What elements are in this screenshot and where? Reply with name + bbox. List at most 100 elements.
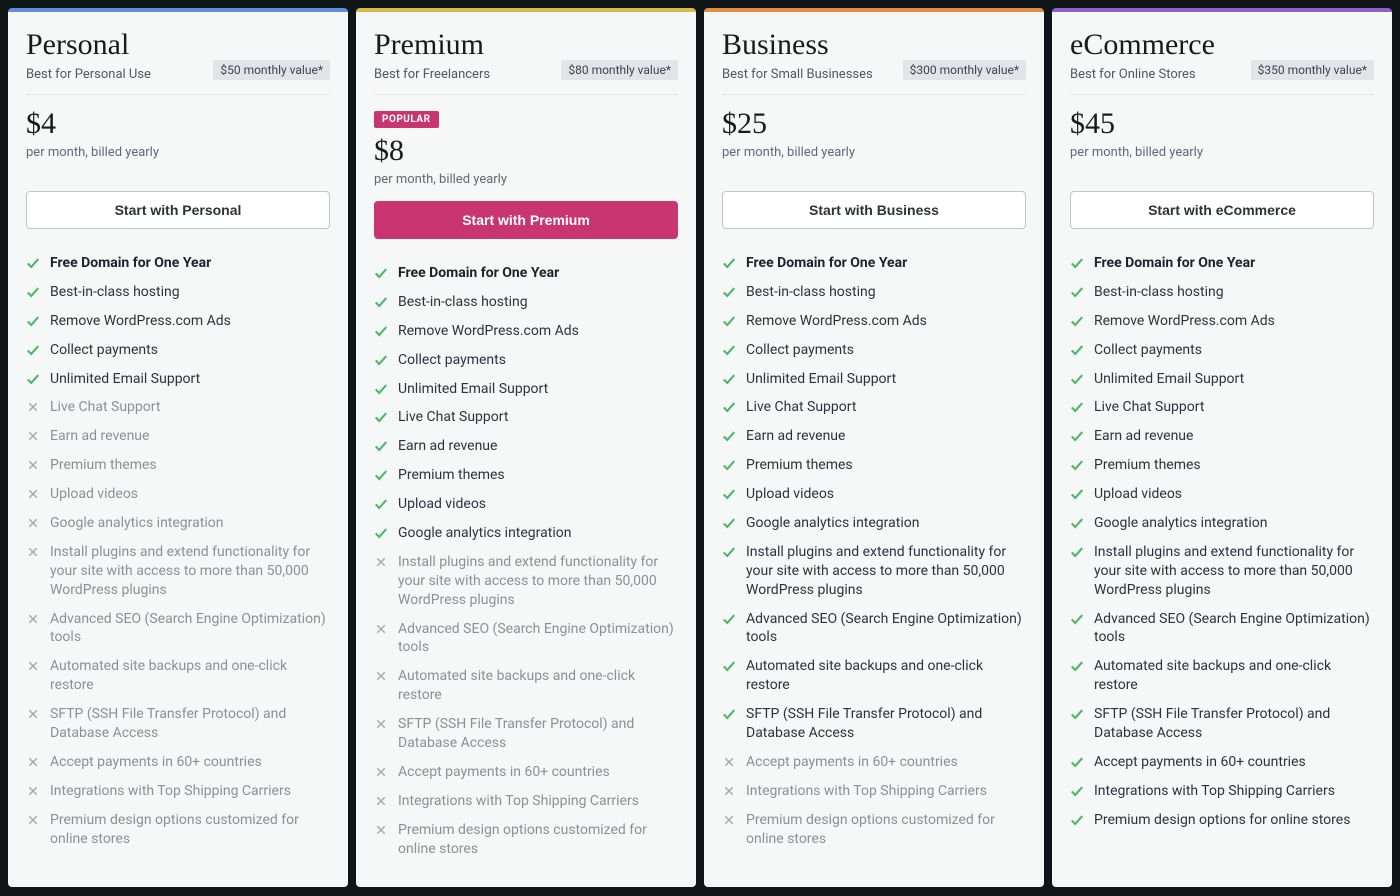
- feature-item: Best-in-class hosting: [26, 278, 330, 307]
- check-icon: [722, 372, 736, 386]
- feature-item: Earn ad revenue: [1070, 422, 1374, 451]
- feature-label: Automated site backups and one-click res…: [50, 657, 330, 695]
- feature-label: Integrations with Top Shipping Carriers: [1094, 782, 1335, 801]
- check-icon: [1070, 285, 1084, 299]
- feature-label: Upload videos: [50, 485, 138, 504]
- cta-button-ecommerce[interactable]: Start with eCommerce: [1070, 191, 1374, 229]
- feature-label: Upload videos: [1094, 485, 1182, 504]
- check-icon: [722, 400, 736, 414]
- feature-item: Accept payments in 60+ countries: [374, 758, 678, 787]
- feature-item: Collect payments: [26, 336, 330, 365]
- price-row: $25per month, billed yearly: [722, 107, 1026, 177]
- x-icon: [26, 516, 40, 530]
- feature-label: Accept payments in 60+ countries: [50, 753, 262, 772]
- check-icon: [1070, 314, 1084, 328]
- cta-button-premium[interactable]: Start with Premium: [374, 201, 678, 239]
- feature-item: Live Chat Support: [722, 393, 1026, 422]
- check-icon: [1070, 545, 1084, 559]
- feature-item: Unlimited Email Support: [722, 365, 1026, 394]
- feature-item: Automated site backups and one-click res…: [1070, 652, 1374, 700]
- feature-item: Automated site backups and one-click res…: [722, 652, 1026, 700]
- feature-label: Premium themes: [1094, 456, 1201, 475]
- feature-item: Free Domain for One Year: [26, 249, 330, 278]
- feature-label: Earn ad revenue: [1094, 427, 1193, 446]
- check-icon: [374, 410, 388, 424]
- plan-title: Business: [722, 28, 873, 61]
- feature-label: Google analytics integration: [746, 514, 919, 533]
- check-icon: [722, 256, 736, 270]
- feature-list: Free Domain for One YearBest-in-class ho…: [722, 249, 1026, 853]
- price-row: $45per month, billed yearly: [1070, 107, 1374, 177]
- feature-item: Free Domain for One Year: [722, 249, 1026, 278]
- feature-item: Best-in-class hosting: [722, 278, 1026, 307]
- feature-item: Install plugins and extend functionality…: [26, 538, 330, 605]
- x-icon: [374, 794, 388, 808]
- feature-label: Premium themes: [746, 456, 853, 475]
- feature-label: SFTP (SSH File Transfer Protocol) and Da…: [1094, 705, 1374, 743]
- check-icon: [1070, 707, 1084, 721]
- plan-title: Personal: [26, 28, 151, 61]
- x-icon: [374, 669, 388, 683]
- check-icon: [26, 256, 40, 270]
- feature-item: Automated site backups and one-click res…: [26, 652, 330, 700]
- check-icon: [1070, 256, 1084, 270]
- feature-item: Accept payments in 60+ countries: [1070, 748, 1374, 777]
- feature-item: Google analytics integration: [722, 509, 1026, 538]
- plan-card-business: BusinessBest for Small Businesses$300 mo…: [704, 8, 1044, 887]
- check-icon: [1070, 784, 1084, 798]
- feature-label: Automated site backups and one-click res…: [1094, 657, 1374, 695]
- feature-label: Premium design options customized for on…: [50, 811, 330, 849]
- x-icon: [722, 784, 736, 798]
- feature-label: Upload videos: [398, 495, 486, 514]
- feature-item: Earn ad revenue: [374, 432, 678, 461]
- feature-item: Earn ad revenue: [722, 422, 1026, 451]
- x-icon: [26, 659, 40, 673]
- x-icon: [374, 717, 388, 731]
- feature-label: Install plugins and extend functionality…: [50, 543, 330, 600]
- feature-label: SFTP (SSH File Transfer Protocol) and Da…: [50, 705, 330, 743]
- check-icon: [1070, 659, 1084, 673]
- x-icon: [722, 755, 736, 769]
- check-icon: [722, 516, 736, 530]
- feature-item: Advanced SEO (Search Engine Optimization…: [722, 605, 1026, 653]
- feature-item: Automated site backups and one-click res…: [374, 662, 678, 710]
- feature-item: Live Chat Support: [26, 393, 330, 422]
- value-badge: $300 monthly value*: [903, 60, 1026, 80]
- feature-label: Unlimited Email Support: [1094, 370, 1244, 389]
- feature-item: Accept payments in 60+ countries: [26, 748, 330, 777]
- feature-item: Remove WordPress.com Ads: [722, 307, 1026, 336]
- x-icon: [374, 622, 388, 636]
- check-icon: [1070, 516, 1084, 530]
- check-icon: [1070, 343, 1084, 357]
- x-icon: [374, 823, 388, 837]
- feature-label: Install plugins and extend functionality…: [398, 553, 678, 610]
- feature-label: Accept payments in 60+ countries: [1094, 753, 1306, 772]
- check-icon: [722, 707, 736, 721]
- feature-item: Premium themes: [374, 461, 678, 490]
- feature-item: Advanced SEO (Search Engine Optimization…: [26, 605, 330, 653]
- feature-label: Live Chat Support: [398, 408, 508, 427]
- x-icon: [26, 784, 40, 798]
- feature-item: Collect payments: [722, 336, 1026, 365]
- feature-item: Advanced SEO (Search Engine Optimization…: [1070, 605, 1374, 653]
- feature-item: Install plugins and extend functionality…: [374, 548, 678, 615]
- feature-label: Premium design options customized for on…: [746, 811, 1026, 849]
- feature-label: Upload videos: [746, 485, 834, 504]
- feature-item: Premium themes: [722, 451, 1026, 480]
- feature-label: Advanced SEO (Search Engine Optimization…: [1094, 610, 1374, 648]
- cta-button-business[interactable]: Start with Business: [722, 191, 1026, 229]
- feature-label: Install plugins and extend functionality…: [746, 543, 1026, 600]
- feature-item: Advanced SEO (Search Engine Optimization…: [374, 615, 678, 663]
- check-icon: [722, 659, 736, 673]
- cta-button-personal[interactable]: Start with Personal: [26, 191, 330, 229]
- feature-item: Google analytics integration: [374, 519, 678, 548]
- feature-item: Google analytics integration: [1070, 509, 1374, 538]
- price-note: per month, billed yearly: [722, 145, 1026, 160]
- feature-label: Collect payments: [398, 351, 506, 370]
- feature-label: Advanced SEO (Search Engine Optimization…: [50, 610, 330, 648]
- feature-item: SFTP (SSH File Transfer Protocol) and Da…: [26, 700, 330, 748]
- check-icon: [722, 429, 736, 443]
- value-badge: $50 monthly value*: [213, 60, 330, 80]
- feature-item: Upload videos: [374, 490, 678, 519]
- feature-item: Integrations with Top Shipping Carriers: [1070, 777, 1374, 806]
